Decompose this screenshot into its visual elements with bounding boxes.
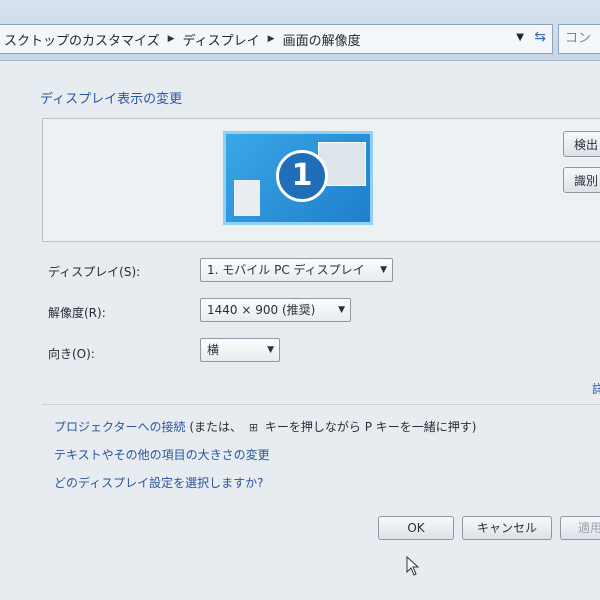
page-title: ディスプレイ表示の変更 bbox=[40, 92, 183, 107]
chevron-right-icon[interactable]: ▶ bbox=[264, 34, 279, 44]
apply-button[interactable]: 適用 bbox=[560, 516, 600, 540]
resolution-select[interactable]: 1440 × 900 (推奨) ▼ bbox=[200, 298, 351, 322]
which-setting-link[interactable]: どのディスプレイ設定を選択しますか? bbox=[54, 474, 264, 491]
orientation-label: 向き(O): bbox=[48, 347, 95, 361]
display-number-badge: 1 bbox=[276, 150, 328, 202]
display-label: ディスプレイ(S): bbox=[48, 265, 141, 279]
monitor-icon[interactable]: 1 bbox=[223, 131, 373, 225]
breadcrumb[interactable]: スクトップのカスタマイズ ▶ ディスプレイ ▶ 画面の解像度 ▼ ⇆ bbox=[0, 24, 553, 54]
display-preview-area: 1 検出 識別 bbox=[42, 118, 600, 242]
projector-hint-text: (または、 bbox=[189, 420, 243, 434]
divider bbox=[42, 404, 600, 405]
chevron-down-icon: ▼ bbox=[338, 305, 345, 315]
chevron-down-icon: ▼ bbox=[267, 345, 274, 355]
resolution-select-value: 1440 × 900 (推奨) bbox=[207, 303, 316, 317]
projector-hint-text-2: キーを押しながら P キーを一緒に押す) bbox=[264, 420, 477, 434]
identify-button[interactable]: 識別 bbox=[563, 167, 600, 193]
window-thumbnail bbox=[234, 180, 260, 216]
text-size-link[interactable]: テキストやその他の項目の大きさの変更 bbox=[54, 446, 270, 463]
advanced-settings-link[interactable]: 詳 bbox=[592, 380, 600, 397]
breadcrumb-item-customize[interactable]: スクトップのカスタマイズ bbox=[0, 30, 164, 49]
chevron-down-icon[interactable]: ▼ bbox=[516, 32, 524, 43]
breadcrumb-item-display[interactable]: ディスプレイ bbox=[179, 30, 264, 49]
search-input[interactable]: コン bbox=[558, 24, 600, 54]
detect-button[interactable]: 検出 bbox=[563, 131, 600, 157]
display-select[interactable]: 1. モバイル PC ディスプレイ ▼ bbox=[200, 258, 393, 282]
chevron-down-icon: ▼ bbox=[380, 265, 387, 275]
address-bar: スクトップのカスタマイズ ▶ ディスプレイ ▶ 画面の解像度 ▼ ⇆ コン bbox=[0, 0, 600, 61]
breadcrumb-item-resolution[interactable]: 画面の解像度 bbox=[279, 30, 365, 49]
chevron-right-icon[interactable]: ▶ bbox=[164, 34, 179, 44]
projector-connect-link[interactable]: プロジェクターへの接続 bbox=[54, 420, 186, 434]
ok-button[interactable]: OK bbox=[378, 516, 454, 540]
cancel-button[interactable]: キャンセル bbox=[462, 516, 552, 540]
display-select-value: 1. モバイル PC ディスプレイ bbox=[207, 263, 365, 277]
orientation-select[interactable]: 横 ▼ bbox=[200, 338, 280, 362]
mouse-pointer-icon bbox=[406, 556, 420, 576]
resolution-label: 解像度(R): bbox=[48, 306, 106, 320]
windows-logo-icon: ⊞ bbox=[248, 421, 259, 434]
refresh-icon[interactable]: ⇆ bbox=[534, 29, 546, 45]
orientation-select-value: 横 bbox=[207, 343, 220, 357]
projector-connect-row: プロジェクターへの接続 (または、 ⊞ キーを押しながら P キーを一緒に押す) bbox=[54, 418, 476, 435]
